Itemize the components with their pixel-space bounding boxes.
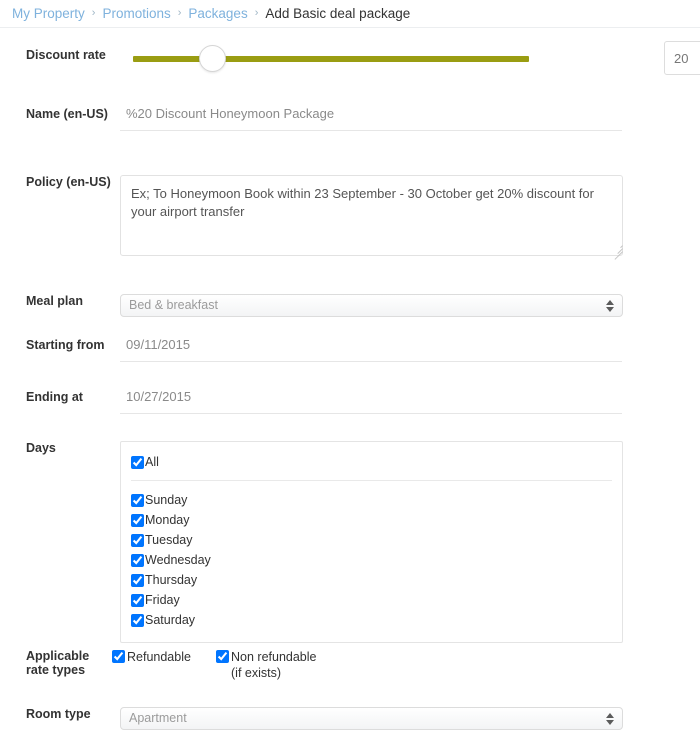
days-checkbox-item[interactable]: Saturday — [121, 610, 622, 630]
room-type-label: Room type — [26, 707, 91, 721]
breadcrumb: My Property › Promotions › Packages › Ad… — [0, 0, 700, 28]
days-checkbox-all[interactable]: All — [121, 452, 622, 472]
form-row-name: Name (en-US) — [0, 107, 700, 131]
policy-textarea[interactable] — [120, 175, 623, 256]
starting-from-control — [112, 338, 700, 362]
slider-track[interactable] — [133, 56, 529, 62]
name-control — [112, 107, 700, 131]
form-row-policy: Policy (en-US) — [0, 175, 700, 260]
breadcrumb-item-promotions[interactable]: Promotions — [102, 6, 170, 21]
non-refundable-checkbox[interactable] — [216, 650, 229, 663]
meal-plan-control: Bed & breakfast — [112, 294, 700, 317]
breadcrumb-separator-icon: › — [254, 7, 259, 19]
discount-rate-label: Discount rate — [26, 48, 106, 62]
days-checkbox-item[interactable]: Wednesday — [121, 550, 622, 570]
day-checkbox[interactable] — [131, 613, 144, 627]
day-label: Friday — [145, 593, 180, 607]
day-label: Wednesday — [145, 553, 211, 567]
non-refundable-label: Non refundable (if exists) — [231, 650, 317, 680]
meal-plan-label: Meal plan — [26, 294, 83, 308]
package-form: Discount rate % Name (en-US) Policy (en-… — [0, 28, 700, 730]
starting-from-label: Starting from — [26, 338, 105, 352]
day-label: Sunday — [145, 493, 188, 507]
rate-types-control: Refundable Non refundable (if exists) — [112, 649, 700, 681]
day-checkbox[interactable] — [131, 553, 144, 567]
day-checkbox[interactable] — [131, 513, 144, 527]
day-checkbox[interactable] — [131, 533, 144, 547]
days-all-label: All — [145, 455, 159, 469]
days-checkbox-item[interactable]: Sunday — [121, 490, 622, 510]
days-checkbox-group: All Sunday Monday Tuesday Wednesday Thursday… — [120, 441, 623, 643]
meal-plan-select[interactable]: Bed & breakfast — [120, 294, 623, 317]
name-input[interactable] — [120, 107, 622, 131]
policy-label: Policy (en-US) — [26, 175, 111, 189]
starting-from-input[interactable] — [120, 338, 622, 362]
breadcrumb-item-current: Add Basic deal package — [265, 6, 411, 21]
day-checkbox[interactable] — [131, 593, 144, 607]
days-all-checkbox[interactable] — [131, 455, 144, 469]
day-checkbox[interactable] — [131, 573, 144, 587]
form-row-days: Days All Sunday Monday Tuesday Wednesday Thu… — [0, 441, 700, 643]
rate-types-checkbox-group: Refundable Non refundable (if exists) — [112, 649, 700, 681]
breadcrumb-separator-icon: › — [91, 7, 96, 19]
form-row-rate-types: Applicable rate types Refundable Non ref… — [0, 649, 700, 681]
discount-rate-slider[interactable] — [133, 45, 529, 72]
refundable-checkbox[interactable] — [112, 650, 125, 663]
slider-handle[interactable] — [199, 45, 227, 72]
discount-rate-input-group: % — [664, 41, 700, 75]
days-checkbox-item[interactable]: Thursday — [121, 570, 622, 590]
discount-rate-input[interactable] — [665, 42, 700, 74]
breadcrumb-item-packages[interactable]: Packages — [188, 6, 247, 21]
day-label: Monday — [145, 513, 190, 527]
name-label: Name (en-US) — [26, 107, 108, 121]
discount-rate-control: % — [112, 41, 700, 75]
days-control: All Sunday Monday Tuesday Wednesday Thursday… — [112, 441, 700, 643]
ending-at-control — [112, 390, 700, 414]
room-type-control: Apartment — [112, 707, 700, 730]
days-checkbox-item[interactable]: Friday — [121, 590, 622, 610]
rate-type-non-refundable[interactable]: Non refundable (if exists) — [216, 649, 326, 681]
breadcrumb-item-my-property[interactable]: My Property — [12, 6, 85, 21]
ending-at-input[interactable] — [120, 390, 622, 414]
breadcrumb-separator-icon: › — [177, 7, 182, 19]
days-checkbox-item[interactable]: Monday — [121, 510, 622, 530]
form-row-meal-plan: Meal plan Bed & breakfast — [0, 294, 700, 317]
form-row-discount-rate: Discount rate % — [0, 41, 700, 75]
form-row-ending-at: Ending at — [0, 390, 700, 414]
ending-at-label: Ending at — [26, 390, 83, 404]
form-row-room-type: Room type Apartment — [0, 707, 700, 730]
days-label: Days — [26, 441, 56, 455]
rate-type-refundable[interactable]: Refundable — [112, 649, 216, 665]
day-label: Saturday — [145, 613, 196, 627]
days-checkbox-item[interactable]: Tuesday — [121, 530, 622, 550]
day-label: Thursday — [145, 573, 198, 587]
policy-control — [112, 175, 700, 260]
days-divider — [131, 480, 612, 481]
form-row-starting-from: Starting from — [0, 338, 700, 362]
rate-types-label: Applicable rate types — [26, 649, 90, 677]
refundable-label: Refundable — [127, 650, 191, 664]
day-label: Tuesday — [145, 533, 193, 547]
day-checkbox[interactable] — [131, 493, 144, 507]
room-type-select[interactable]: Apartment — [120, 707, 623, 730]
days-list: Sunday Monday Tuesday Wednesday Thursday Frid… — [121, 490, 622, 630]
